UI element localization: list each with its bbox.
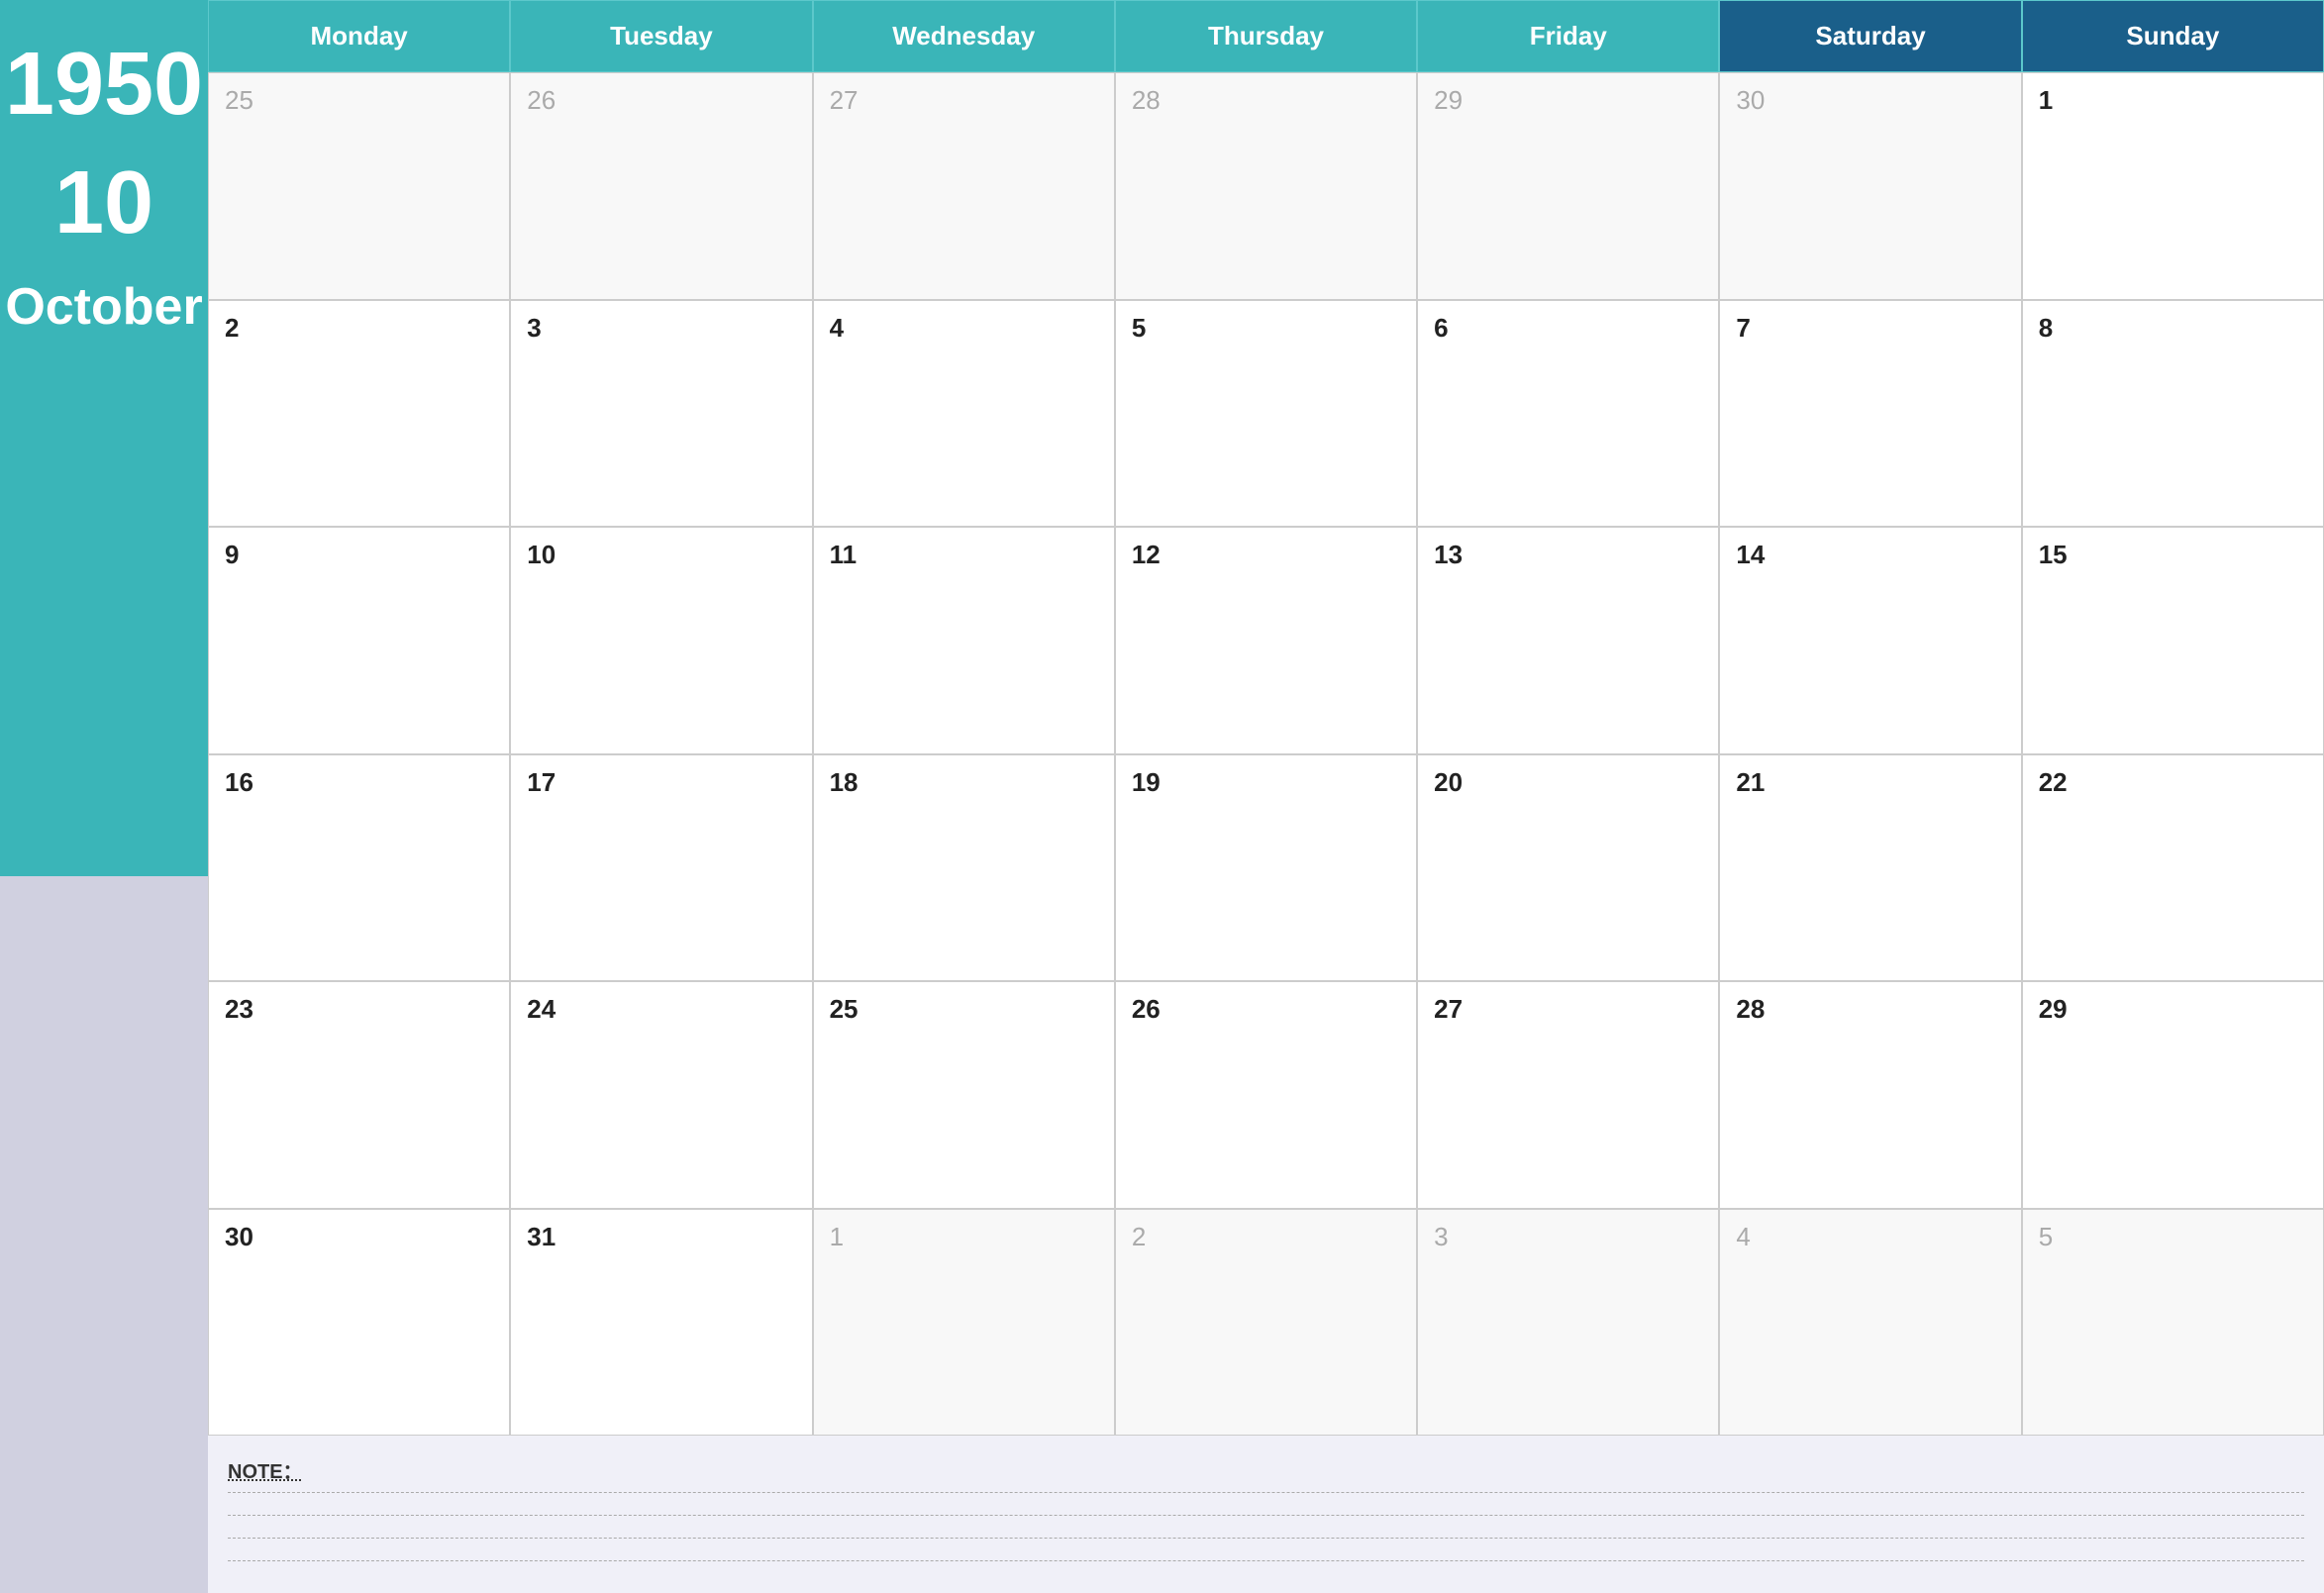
- week-row-6: 30 31 1 2 3 4 5: [208, 1209, 2324, 1437]
- header-monday: Monday: [208, 0, 510, 72]
- header-row: Monday Tuesday Wednesday Thursday Friday…: [208, 0, 2324, 72]
- sidebar-year: 1950: [5, 40, 203, 129]
- day-cell: 4: [1719, 1209, 2021, 1437]
- day-cell: 21: [1719, 754, 2021, 982]
- day-cell: 26: [1115, 981, 1417, 1209]
- week-row-1: 25 26 27 28 29 30 1: [208, 72, 2324, 300]
- day-cell: 11: [813, 527, 1115, 754]
- day-cell: 10: [510, 527, 812, 754]
- day-cell: 1: [2022, 72, 2324, 300]
- sidebar-month-number: 10: [54, 158, 153, 248]
- calendar-grid: Monday Tuesday Wednesday Thursday Friday…: [208, 0, 2324, 1436]
- day-cell: 5: [2022, 1209, 2324, 1437]
- day-cell: 31: [510, 1209, 812, 1437]
- day-cell: 2: [1115, 1209, 1417, 1437]
- day-cell: 17: [510, 754, 812, 982]
- header-saturday: Saturday: [1719, 0, 2021, 72]
- day-cell: 28: [1115, 72, 1417, 300]
- day-cell: 5: [1115, 300, 1417, 528]
- day-cell: 7: [1719, 300, 2021, 528]
- week-row-3: 9 10 11 12 13 14 15: [208, 527, 2324, 754]
- day-cell: 27: [1417, 981, 1719, 1209]
- header-thursday: Thursday: [1115, 0, 1417, 72]
- week-row-4: 16 17 18 19 20 21 22: [208, 754, 2324, 982]
- day-cell: 3: [1417, 1209, 1719, 1437]
- weeks-container: 25 26 27 28 29 30 1 2 3 4 5 6 7 8: [208, 72, 2324, 1436]
- day-cell: 4: [813, 300, 1115, 528]
- week-row-5: 23 24 25 26 27 28 29: [208, 981, 2324, 1209]
- day-cell: 3: [510, 300, 812, 528]
- day-cell: 19: [1115, 754, 1417, 982]
- day-cell: 15: [2022, 527, 2324, 754]
- day-cell: 12: [1115, 527, 1417, 754]
- day-cell: 25: [813, 981, 1115, 1209]
- day-cell: 29: [2022, 981, 2324, 1209]
- day-cell: 2: [208, 300, 510, 528]
- day-cell: 25: [208, 72, 510, 300]
- week-row-2: 2 3 4 5 6 7 8: [208, 300, 2324, 528]
- header-friday: Friday: [1417, 0, 1719, 72]
- day-cell: 9: [208, 527, 510, 754]
- day-cell: 1: [813, 1209, 1115, 1437]
- day-cell: 6: [1417, 300, 1719, 528]
- header-sunday: Sunday: [2022, 0, 2324, 72]
- day-cell: 27: [813, 72, 1115, 300]
- day-cell: 24: [510, 981, 812, 1209]
- day-cell: 14: [1719, 527, 2021, 754]
- header-tuesday: Tuesday: [510, 0, 812, 72]
- note-line-2: [228, 1515, 2304, 1516]
- day-cell: 8: [2022, 300, 2324, 528]
- day-cell: 16: [208, 754, 510, 982]
- main-calendar: Monday Tuesday Wednesday Thursday Friday…: [208, 0, 2324, 1593]
- day-cell: 22: [2022, 754, 2324, 982]
- notes-section: NOTE：: [208, 1436, 2324, 1593]
- day-cell: 23: [208, 981, 510, 1209]
- day-cell: 30: [208, 1209, 510, 1437]
- note-line-1: [228, 1492, 2304, 1493]
- day-cell: 20: [1417, 754, 1719, 982]
- note-line-3: [228, 1538, 2304, 1539]
- day-cell: 26: [510, 72, 812, 300]
- note-line-4: [228, 1560, 2304, 1561]
- calendar-container: 1950 10 October Monday Tuesday Wednesday…: [0, 0, 2324, 1593]
- notes-label: NOTE：: [228, 1455, 2304, 1484]
- day-cell: 18: [813, 754, 1115, 982]
- header-wednesday: Wednesday: [813, 0, 1115, 72]
- day-cell: 28: [1719, 981, 2021, 1209]
- day-cell: 13: [1417, 527, 1719, 754]
- day-cell: 30: [1719, 72, 2021, 300]
- sidebar-month-name: October: [5, 277, 202, 337]
- sidebar: 1950 10 October: [0, 0, 208, 1593]
- day-cell: 29: [1417, 72, 1719, 300]
